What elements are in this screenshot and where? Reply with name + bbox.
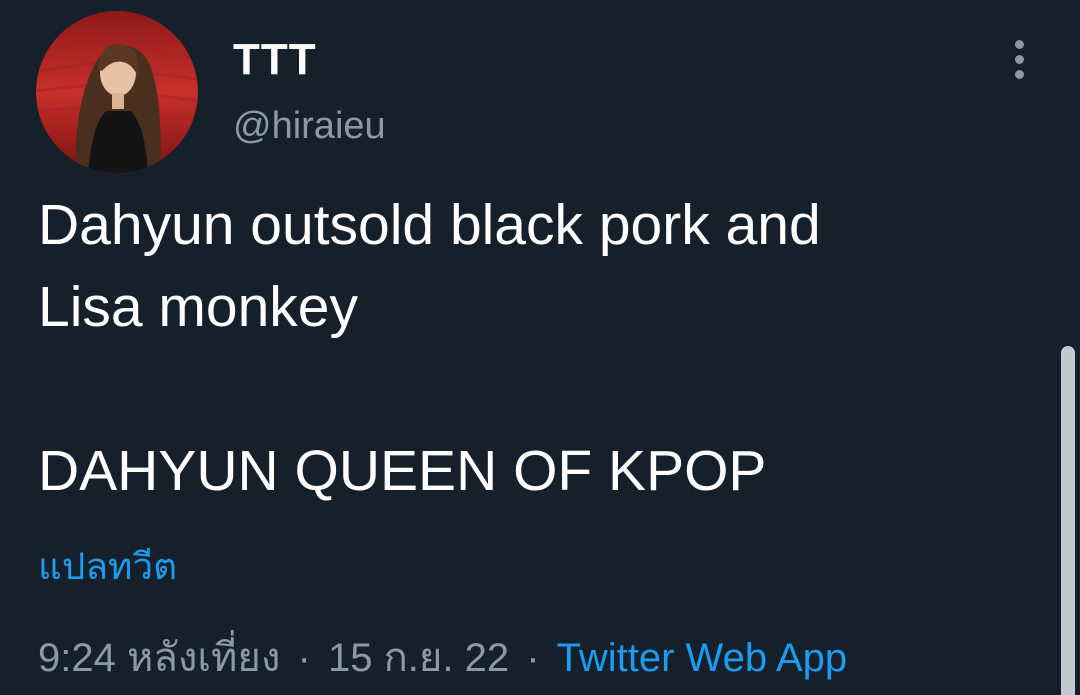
tweet-text-line: Lisa monkey [38, 275, 358, 339]
tweet-text-line: Dahyun outsold black pork and [38, 193, 821, 257]
more-vertical-icon [1015, 40, 1024, 49]
scrollbar-thumb[interactable] [1061, 346, 1075, 695]
display-name[interactable]: TTT [233, 36, 317, 84]
more-vertical-icon-dot [1015, 70, 1024, 79]
tweet-text: Dahyun outsold black pork and Lisa monke… [38, 184, 1038, 512]
meta-separator: · [297, 636, 311, 680]
more-vertical-icon-dot [1015, 55, 1024, 64]
tweet-text-line: DAHYUN QUEEN OF KPOP [38, 439, 767, 503]
translate-tweet-link[interactable]: แปลทวีต [38, 544, 177, 590]
user-handle[interactable]: @hiraieu [233, 104, 386, 148]
tweet-date[interactable]: 15 ก.ย. 22 [328, 636, 509, 680]
avatar-image [36, 11, 198, 173]
more-options-button[interactable] [1000, 36, 1040, 82]
avatar[interactable] [36, 11, 198, 173]
tweet-detail: TTT @hiraieu Dahyun outsold black pork a… [0, 0, 1080, 695]
meta-separator: · [526, 636, 540, 680]
tweet-source-link[interactable]: Twitter Web App [557, 636, 848, 680]
tweet-meta: 9:24 หลังเที่ยง · 15 ก.ย. 22 · Twitter W… [38, 634, 847, 682]
tweet-time[interactable]: 9:24 หลังเที่ยง [38, 636, 280, 680]
